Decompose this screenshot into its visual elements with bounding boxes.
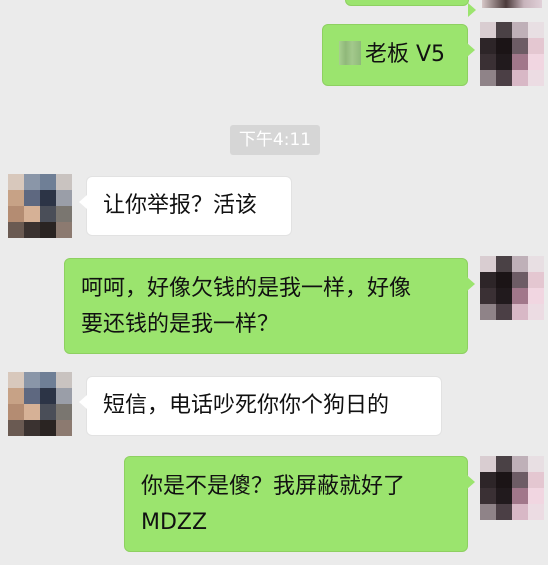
message-text: 让你举报？活该 — [103, 193, 258, 218]
avatar-me-partial[interactable] — [482, 0, 542, 8]
message-bubble-me[interactable]: 老板 V5 — [322, 24, 475, 86]
message-bubble-me[interactable]: 你是不是傻？我屏蔽就好了 MDZZ — [124, 456, 475, 552]
message-bubble-partial[interactable] — [345, 0, 476, 17]
message-text-line: 呵呵，好像欠钱的是我一样，好像 — [81, 276, 412, 301]
timestamp: 下午4:11 — [230, 125, 320, 155]
message-text-line: 你是不是傻？我屏蔽就好了 — [141, 474, 406, 499]
message-text-line: 要还钱的是我一样？ — [81, 312, 280, 337]
avatar-me[interactable] — [480, 22, 544, 86]
message-bubble-me[interactable]: 呵呵，好像欠钱的是我一样，好像 要还钱的是我一样？ — [64, 258, 475, 354]
message-text: 老板 V5 — [365, 42, 446, 67]
avatar-me[interactable] — [480, 456, 544, 520]
chat-window: 老板 V5 下午4:11 让你举报？活该 呵呵，好像欠钱的是我一样，好像 要还钱… — [0, 0, 548, 565]
message-bubble-other[interactable]: 短信，电话吵死你你个狗日的 — [79, 376, 442, 436]
blurred-name-chip — [339, 41, 361, 65]
message-text: 短信，电话吵死你你个狗日的 — [103, 393, 390, 418]
avatar-other[interactable] — [8, 174, 72, 238]
avatar-other[interactable] — [8, 372, 72, 436]
message-bubble-other[interactable]: 让你举报？活该 — [79, 176, 292, 236]
message-text-line: MDZZ — [141, 510, 208, 535]
avatar-me[interactable] — [480, 256, 544, 320]
